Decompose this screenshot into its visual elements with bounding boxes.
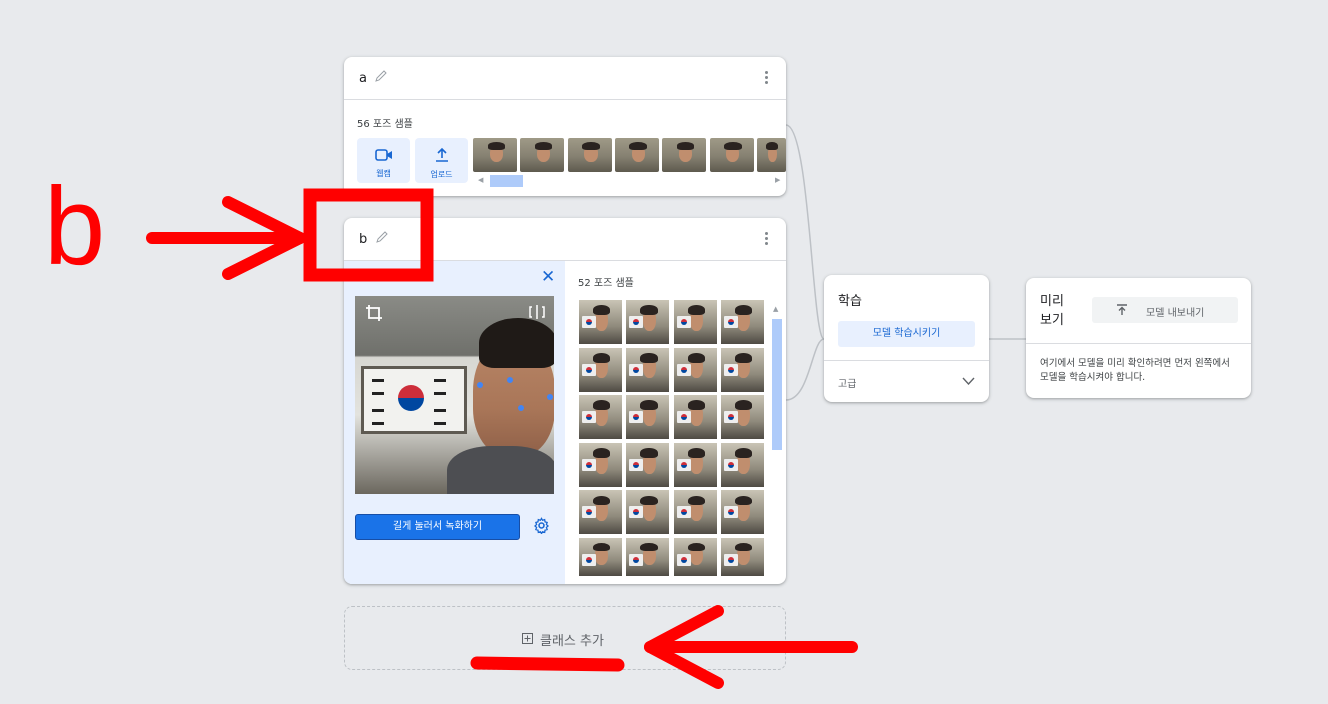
annotation-arrow-right: [146, 188, 858, 689]
